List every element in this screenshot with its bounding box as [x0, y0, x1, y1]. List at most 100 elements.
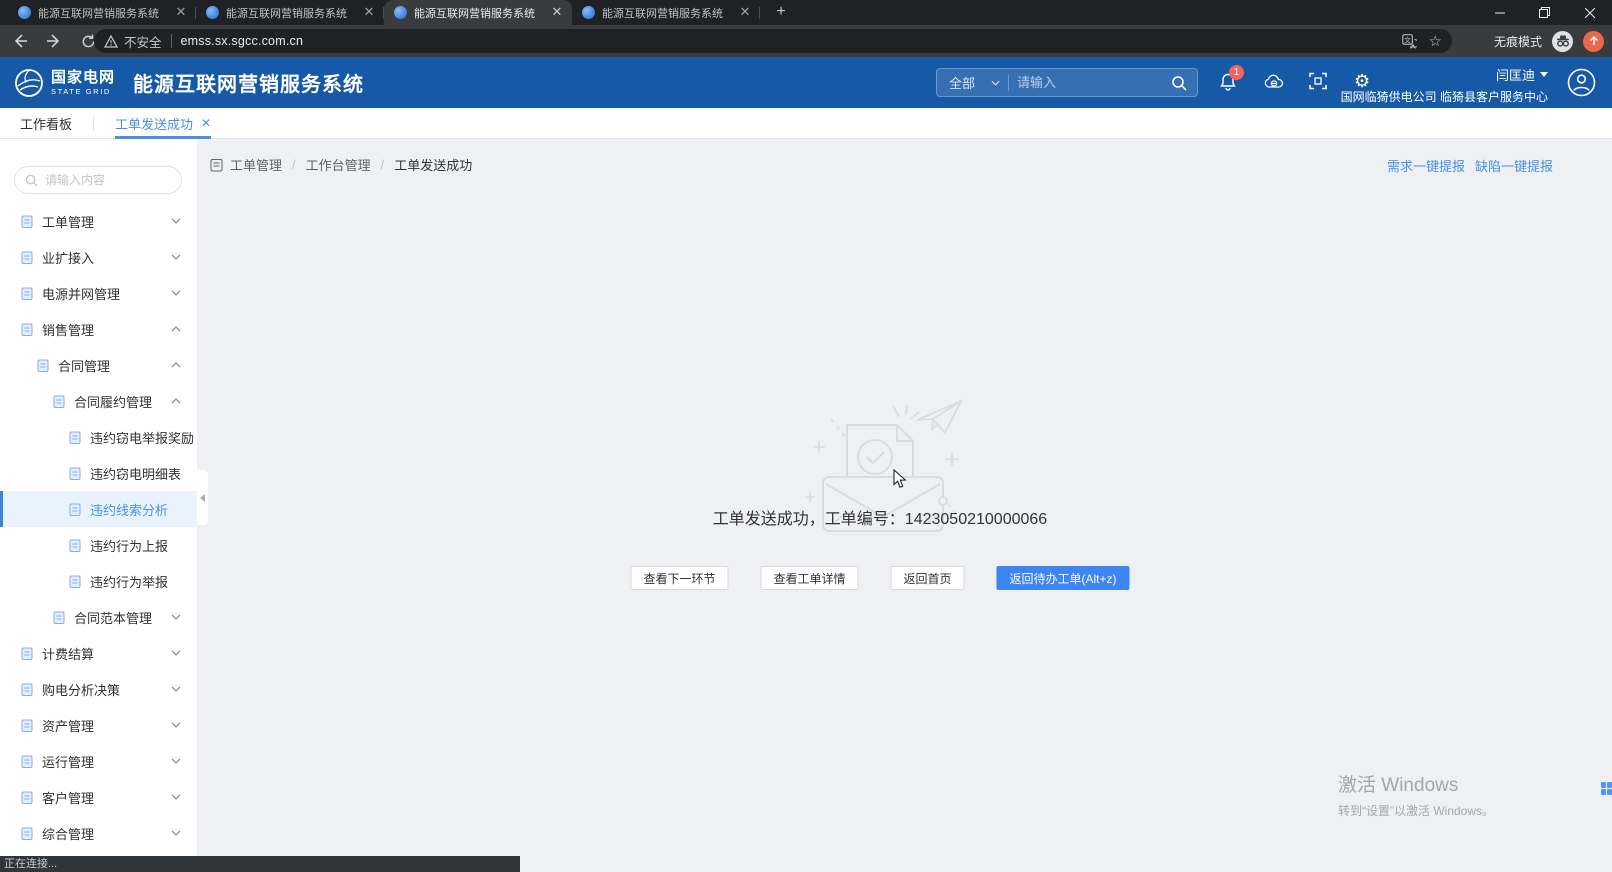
quick-link[interactable]: 需求一键提报: [1387, 156, 1465, 175]
not-secure-warning-icon: [104, 35, 118, 48]
search-scope-select[interactable]: 全部: [937, 73, 1008, 92]
sidebar-item-label: 计费结算: [42, 644, 94, 663]
chevron-icon: [171, 362, 181, 368]
global-search-input[interactable]: [1009, 75, 1127, 90]
browser-tab[interactable]: 能源互联网营销服务系统 ✕: [196, 0, 384, 25]
success-message: 工单发送成功，工单编号：1423050210000066: [713, 505, 1047, 529]
notification-bell-icon[interactable]: 1: [1219, 72, 1238, 91]
sidebar-item[interactable]: 违约窃电明细表: [0, 455, 197, 491]
breadcrumb-doc-icon: [210, 158, 223, 172]
sidebar-item[interactable]: 合同范本管理: [0, 599, 197, 635]
document-icon: [20, 826, 34, 841]
tab-close-icon[interactable]: ✕: [361, 5, 377, 21]
browser-tab-strip: 能源互联网营销服务系统 ✕ 能源互联网营销服务系统 ✕ 能源互联网营销服务系统 …: [0, 0, 1612, 25]
breadcrumb-item: 工单发送成功: [394, 155, 472, 174]
document-icon: [20, 718, 34, 733]
document-icon: [52, 610, 66, 625]
document-icon: [68, 538, 82, 553]
document-icon: [68, 574, 82, 589]
sidebar-item[interactable]: 电源并网管理: [0, 275, 197, 311]
user-info[interactable]: 闫匡迪 国网临猗供电公司 临猗县客户服务中心: [1341, 65, 1548, 105]
back-button[interactable]: [10, 31, 30, 51]
incognito-icon[interactable]: [1552, 31, 1573, 52]
sidebar-item[interactable]: 计费结算: [0, 635, 197, 671]
tab-close-icon[interactable]: ✕: [173, 5, 189, 21]
window-controls: [1477, 0, 1612, 25]
breadcrumb-separator: /: [381, 157, 385, 172]
url-text[interactable]: emss.sx.sgcc.com.cn: [181, 34, 304, 48]
sidebar-item[interactable]: 工单管理: [0, 203, 197, 239]
sidebar-item[interactable]: 违约行为上报: [0, 527, 197, 563]
tab-order-sent-success[interactable]: 工单发送成功 ✕: [115, 108, 211, 139]
search-icon[interactable]: [1171, 75, 1197, 91]
sidebar-item[interactable]: 资产管理: [0, 707, 197, 743]
svg-text:文: 文: [1404, 35, 1411, 44]
sidebar-item-label: 销售管理: [42, 320, 94, 339]
sidebar-item[interactable]: 运行管理: [0, 743, 197, 779]
sidebar-item[interactable]: 违约线索分析: [0, 491, 197, 527]
browser-tab[interactable]: 能源互联网营销服务系统 ✕: [384, 0, 572, 25]
breadcrumb: 工单管理/工作台管理/工单发送成功: [210, 155, 472, 174]
tab-workboard[interactable]: 工作看板: [20, 108, 72, 139]
sidebar-item[interactable]: 综合管理: [0, 815, 197, 851]
action-buttons: 查看下一环节 查看工单详情 返回首页 返回待办工单(Alt+z): [630, 566, 1129, 590]
incognito-label: 无痕模式: [1494, 33, 1542, 50]
user-name: 闫匡迪: [1496, 65, 1535, 84]
chevron-icon: [171, 290, 181, 296]
chevron-icon: [171, 218, 181, 224]
app-header: 国家电网 STATE GRID 能源互联网营销服务系统 全部 1 ⚙ 闫匡迪: [0, 57, 1612, 108]
caret-down-icon: [1540, 72, 1548, 77]
sidebar-item[interactable]: 合同履约管理: [0, 383, 197, 419]
sidebar-item-label: 业扩接入: [42, 248, 94, 267]
bookmark-star-icon[interactable]: ☆: [1429, 34, 1442, 49]
fullscreen-scan-icon[interactable]: [1309, 72, 1328, 91]
view-order-detail-button[interactable]: 查看工单详情: [760, 566, 858, 590]
breadcrumb-item[interactable]: 工作台管理: [306, 155, 371, 174]
avatar[interactable]: [1567, 68, 1596, 97]
sidebar-item-label: 合同管理: [58, 356, 110, 375]
sidebar-item[interactable]: 购电分析决策: [0, 671, 197, 707]
new-tab-button[interactable]: +: [768, 1, 794, 23]
document-icon: [68, 466, 82, 481]
browser-tab[interactable]: 能源互联网营销服务系统 ✕: [8, 0, 196, 25]
sidebar-collapse-handle[interactable]: [197, 470, 208, 525]
sidebar-item[interactable]: 违约行为举报: [0, 563, 197, 599]
back-home-button[interactable]: 返回首页: [891, 566, 965, 590]
sidebar-search-input[interactable]: [45, 173, 165, 187]
forward-button[interactable]: [44, 31, 64, 51]
minimize-button[interactable]: [1477, 0, 1522, 25]
tab-close-icon[interactable]: ✕: [549, 5, 565, 21]
back-todo-button[interactable]: 返回待办工单(Alt+z): [997, 566, 1130, 590]
close-window-button[interactable]: [1567, 0, 1612, 25]
sidebar-item[interactable]: 客户管理: [0, 779, 197, 815]
app-tabbar: 工作看板 工单发送成功 ✕: [0, 108, 1612, 139]
sidebar-item[interactable]: 业扩接入: [0, 239, 197, 275]
tab-close-icon[interactable]: ✕: [201, 116, 211, 130]
sidebar-item[interactable]: 销售管理: [0, 311, 197, 347]
browser-tab[interactable]: 能源互联网营销服务系统 ✕: [572, 0, 760, 25]
notification-badge: 1: [1229, 65, 1244, 80]
sidebar-item-label: 违约线索分析: [90, 500, 168, 519]
restore-button[interactable]: [1522, 0, 1567, 25]
address-bar[interactable]: 不安全 emss.sx.sgcc.com.cn 文 ☆: [94, 29, 1452, 53]
tab-favicon-icon: [394, 6, 407, 19]
tab-close-icon[interactable]: ✕: [737, 5, 753, 21]
browser-update-button[interactable]: [1583, 31, 1604, 52]
cloud-service-icon[interactable]: [1264, 72, 1283, 91]
translate-icon[interactable]: 文: [1402, 34, 1417, 49]
breadcrumb-item[interactable]: 工单管理: [230, 155, 282, 174]
document-icon: [52, 394, 66, 409]
sidebar-item[interactable]: 合同管理: [0, 347, 197, 383]
chevron-icon: [171, 398, 181, 404]
sidebar-item-label: 违约行为上报: [90, 536, 168, 555]
app-root: 国家电网 STATE GRID 能源互联网营销服务系统 全部 1 ⚙ 闫匡迪: [0, 57, 1612, 872]
global-search: 全部: [936, 68, 1198, 97]
windows-activation-watermark: 激活 Windows 转到“设置”以激活 Windows。: [1338, 770, 1494, 819]
view-next-step-button[interactable]: 查看下一环节: [630, 566, 728, 590]
floating-widget-grid-icon[interactable]: [1601, 782, 1612, 795]
sidebar-search[interactable]: [14, 166, 182, 194]
quick-link[interactable]: 缺陷一键提报: [1475, 156, 1553, 175]
security-label[interactable]: 不安全: [124, 32, 162, 51]
sidebar-item[interactable]: 违约窃电举报奖励: [0, 419, 197, 455]
browser-status-tooltip: 正在连接...: [0, 856, 520, 872]
